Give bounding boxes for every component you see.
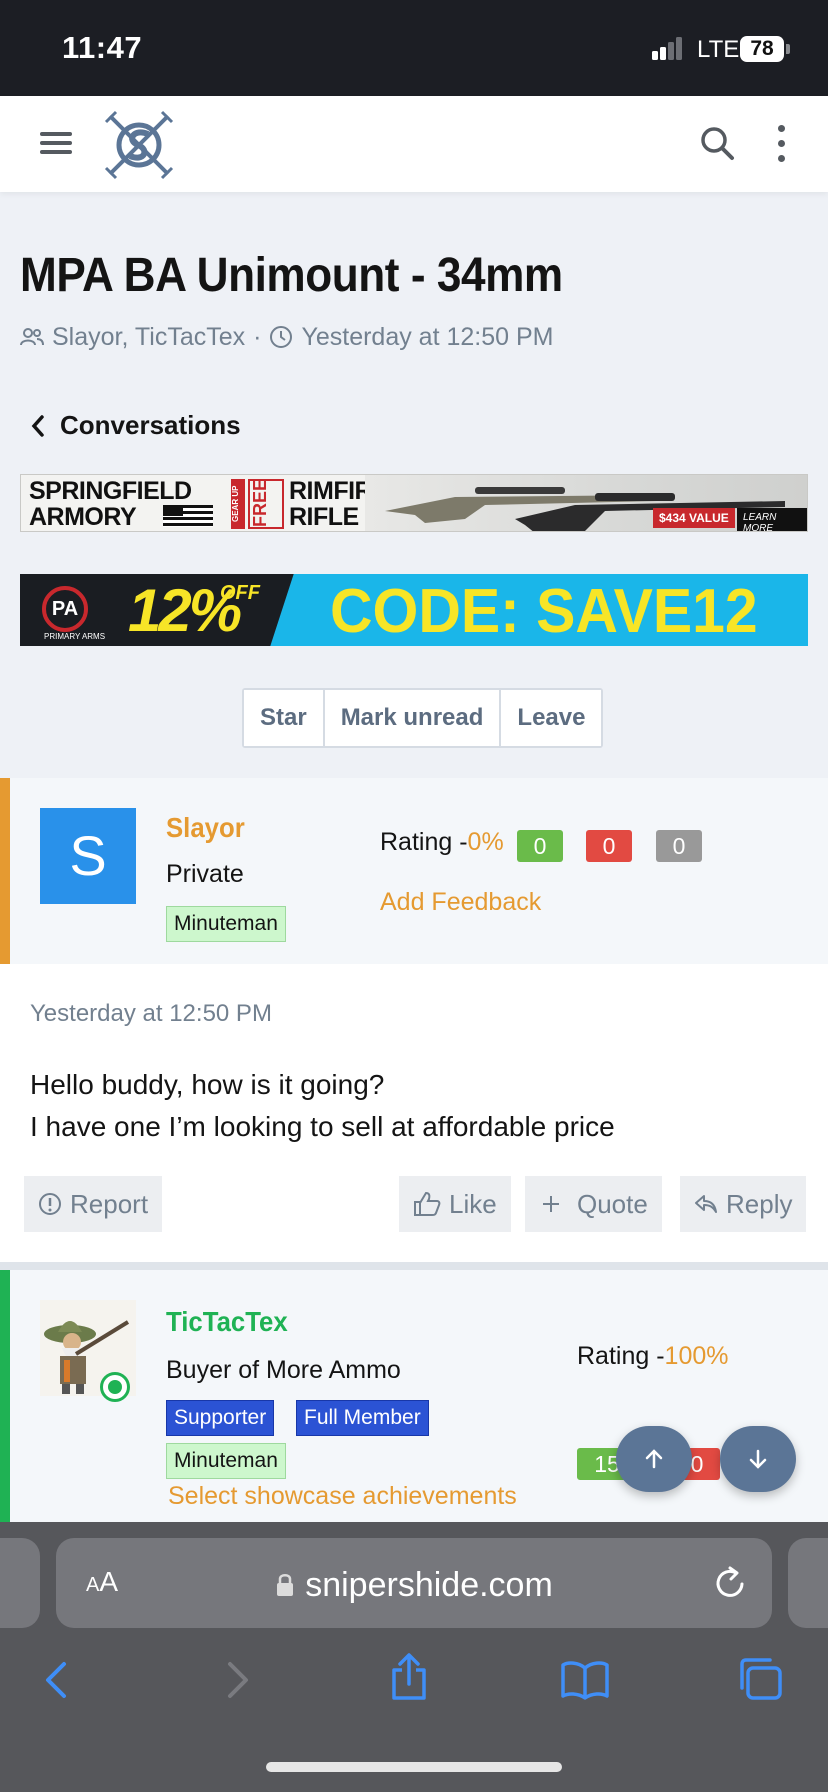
neutral-count[interactable]: 0	[656, 830, 702, 862]
leave-button[interactable]: Leave	[501, 690, 602, 746]
app-header	[0, 96, 828, 192]
battery-icon: 78	[740, 36, 784, 62]
primary-arms-ad-banner[interactable]: PA PRIMARY ARMS 12% OFF CODE: SAVE12	[20, 574, 808, 646]
message-time[interactable]: Yesterday at 12:50 PM	[30, 1000, 272, 1028]
conversation-actions: Star Mark unread Leave	[242, 688, 604, 748]
status-bar: 11:47 LTE 78	[0, 0, 828, 96]
reply-button[interactable]: Reply	[680, 1176, 807, 1232]
site-logo-icon[interactable]	[104, 110, 174, 180]
badge-minuteman: Minuteman	[166, 1443, 286, 1479]
like-button[interactable]: Like	[399, 1176, 511, 1232]
battery-nub	[786, 44, 790, 54]
ad-learn-more[interactable]: LEARN MORE	[737, 508, 807, 531]
user-title: Private	[166, 860, 244, 888]
username[interactable]: TicTacTex	[166, 1306, 288, 1338]
participants[interactable]: Slayor, TicTacTex	[52, 323, 245, 352]
back-to-conversations[interactable]: Conversations	[30, 410, 241, 441]
back-icon[interactable]	[42, 1658, 72, 1702]
url-text[interactable]: snipershide.com	[56, 1566, 772, 1605]
ad-off: OFF	[220, 582, 260, 604]
username[interactable]: Slayor	[166, 812, 245, 844]
springfield-ad-banner[interactable]: SPRINGFIELD ARMORY GEAR UP FREE RIMFIRE …	[20, 474, 808, 532]
back-label: Conversations	[60, 410, 241, 440]
message-user-header: S Slayor Private Minuteman Rating -0% 0 …	[0, 778, 828, 964]
chevron-left-icon	[31, 414, 44, 437]
next-tab-pill[interactable]	[788, 1538, 828, 1628]
ad-gear-up: GEAR UP	[231, 479, 245, 529]
badge-full-member: Full Member	[296, 1400, 429, 1436]
flag-icon	[163, 505, 213, 527]
page-title: MPA BA Unimount - 34mm	[20, 249, 563, 302]
negative-count[interactable]: 0	[586, 830, 632, 862]
online-status-icon	[100, 1372, 130, 1402]
user-title: Buyer of More Ammo	[166, 1356, 401, 1384]
positive-count[interactable]: 0	[517, 830, 563, 862]
address-bar[interactable]: AA snipershide.com	[56, 1538, 772, 1628]
quote-button[interactable]: Quote	[525, 1176, 662, 1232]
message-user-header: TicTacTex Buyer of More Ammo Supporter F…	[0, 1270, 828, 1524]
thread-date: Yesterday at 12:50 PM	[301, 322, 554, 351]
forward-icon[interactable]	[222, 1658, 252, 1702]
alert-circle-icon	[39, 1193, 61, 1215]
browser-toolbar: AA snipershide.com	[0, 1522, 828, 1792]
search-icon[interactable]	[696, 122, 740, 166]
ad-free: FREE	[248, 479, 284, 529]
lock-icon	[277, 1574, 294, 1596]
thumbs-up-icon	[414, 1191, 441, 1216]
thread-meta: Slayor, TicTacTex · Yesterday at 12:50 P…	[20, 322, 553, 352]
avatar[interactable]: S	[40, 808, 136, 904]
message-divider	[0, 1262, 828, 1270]
arrow-up-icon	[645, 1449, 663, 1469]
select-showcase-link[interactable]: Select showcase achievements	[168, 1482, 517, 1511]
message-body: Yesterday at 12:50 PM Hello buddy, how i…	[0, 964, 828, 1262]
hamburger-icon[interactable]	[38, 128, 76, 158]
add-feedback-link[interactable]: Add Feedback	[380, 888, 541, 917]
network-type: LTE	[697, 36, 740, 63]
home-indicator	[266, 1762, 562, 1772]
plus-icon	[543, 1196, 559, 1212]
kebab-icon[interactable]	[770, 122, 794, 166]
reply-icon	[695, 1195, 717, 1213]
scroll-top-button[interactable]	[616, 1426, 692, 1492]
scroll-bottom-button[interactable]	[720, 1426, 796, 1492]
rating: Rating -100%	[577, 1342, 729, 1370]
previous-tab-pill[interactable]	[0, 1538, 40, 1628]
meta-separator: ·	[253, 322, 262, 351]
primary-arms-logo: PA	[42, 586, 88, 632]
reload-icon[interactable]	[712, 1564, 748, 1602]
status-time: 11:47	[62, 30, 143, 65]
star-button[interactable]: Star	[244, 690, 325, 746]
bookmarks-icon[interactable]	[560, 1660, 610, 1700]
badge-supporter: Supporter	[166, 1400, 275, 1436]
ad-code: CODE: SAVE12	[330, 577, 758, 646]
signal-icon	[652, 36, 684, 60]
mark-unread-button[interactable]: Mark unread	[324, 690, 502, 746]
clock-icon	[270, 326, 293, 348]
users-icon	[20, 328, 44, 346]
tabs-icon[interactable]	[736, 1656, 784, 1702]
ad-value: $434 VALUE	[653, 508, 735, 528]
arrow-down-icon	[749, 1449, 767, 1469]
badge-minuteman: Minuteman	[166, 906, 286, 942]
primary-arms-label: PRIMARY ARMS	[44, 632, 106, 641]
rating: Rating -0%	[380, 828, 504, 856]
report-button[interactable]: Report	[24, 1176, 163, 1232]
message-text: Hello buddy, how is it going? I have one…	[30, 1069, 615, 1142]
share-icon[interactable]	[388, 1652, 430, 1702]
